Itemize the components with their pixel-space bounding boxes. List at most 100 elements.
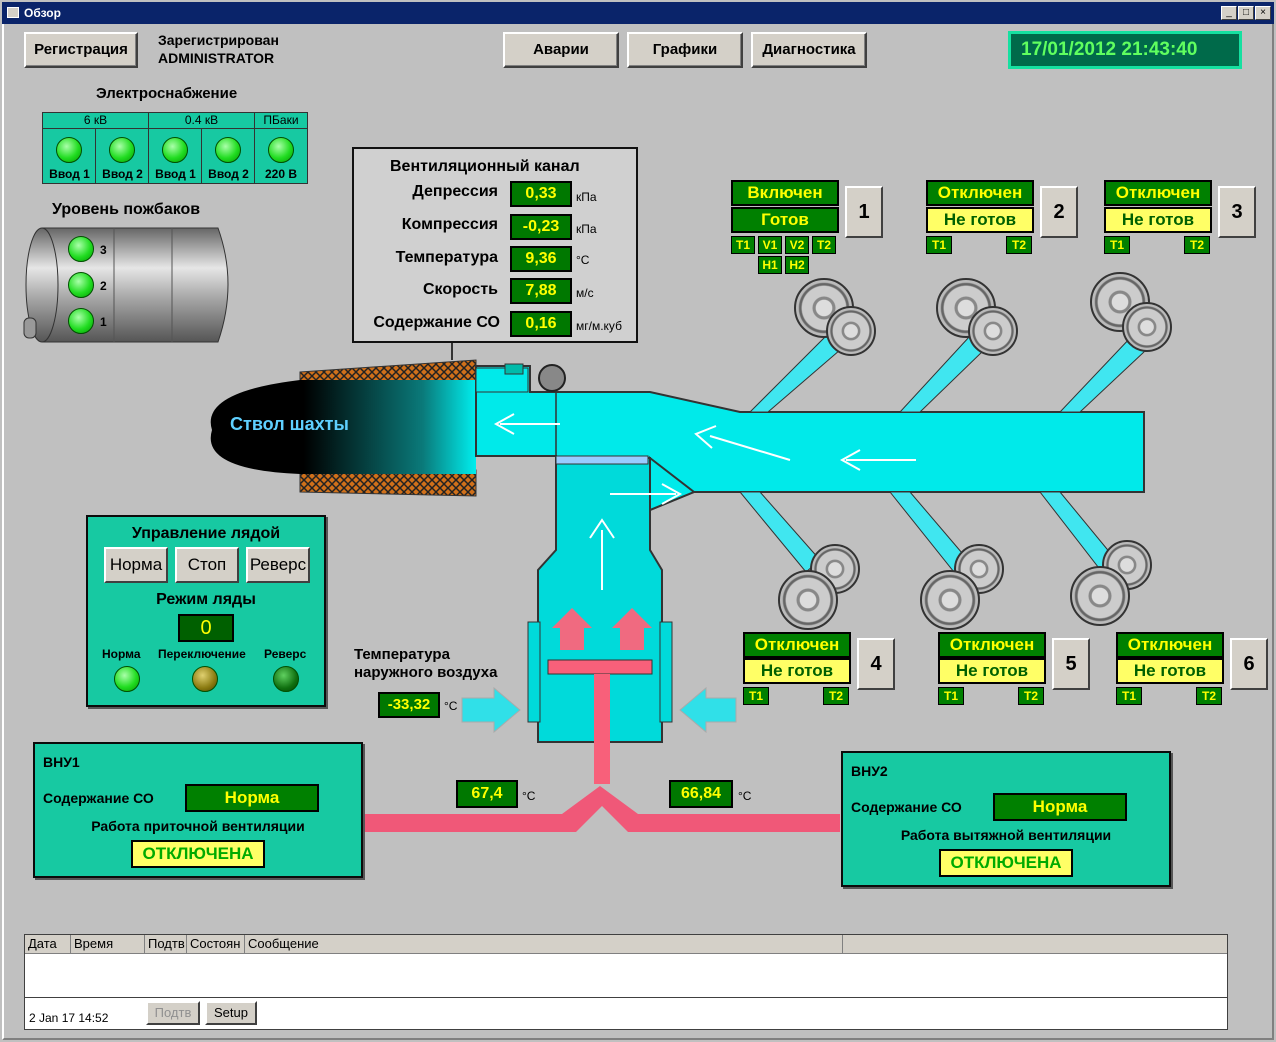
speed-unit: м/с xyxy=(576,286,594,300)
co-unit: мг/м.куб xyxy=(576,319,622,333)
hatch-normal-button[interactable]: Норма xyxy=(104,547,168,583)
co-value: 0,16 xyxy=(510,311,572,337)
hatch-indicator-label: Переключение xyxy=(158,647,246,661)
temperature-label: Температура xyxy=(395,249,498,266)
fan-4-number[interactable]: 4 xyxy=(857,638,895,690)
vnu1-work-label: Работа приточной вентиляции xyxy=(91,818,305,834)
fan-4-tag-t2: T2 xyxy=(823,687,849,705)
hatch-title: Управление лядой xyxy=(131,525,281,542)
col-message[interactable]: Сообщение xyxy=(245,935,843,953)
hatch-reverse-lamp xyxy=(273,666,299,692)
fan-motor-2-pump-icon xyxy=(968,306,1018,356)
vnu1-co-value: Норма xyxy=(185,784,319,812)
fan-1-tag-v1: V1 xyxy=(758,236,782,254)
fan-5-number[interactable]: 5 xyxy=(1052,638,1090,690)
fan-1-tag-v2: V2 xyxy=(785,236,809,254)
hatch-normal-lamp xyxy=(114,666,140,692)
fan-6-tag-t1: T1 xyxy=(1116,687,1142,705)
fan-1-tag-t1: T1 xyxy=(731,236,755,254)
fan-3-ready: Не готов xyxy=(1104,207,1212,233)
pipe-left-unit: °С xyxy=(522,789,536,803)
fan-4-status: Отключен xyxy=(743,632,851,658)
fan-1-ready: Готов xyxy=(731,207,839,233)
fan-1-tag-h2: H2 xyxy=(785,256,809,274)
outside-temp-label-2: наружного воздуха xyxy=(354,664,498,681)
fan-3-number[interactable]: 3 xyxy=(1218,186,1256,238)
depression-unit: кПа xyxy=(576,190,597,204)
fan-6-ready: Не готов xyxy=(1116,658,1224,684)
fan-1-tag-h1: H1 xyxy=(758,256,782,274)
fan-3-tag-t2: T2 xyxy=(1184,236,1210,254)
fan-6-tag-t2: T2 xyxy=(1196,687,1222,705)
fan-5-tag-t2: T2 xyxy=(1018,687,1044,705)
hatch-indicator-label: Реверс xyxy=(264,647,307,661)
shaft-label: Ствол шахты xyxy=(230,414,349,434)
vnu1-work-value: ОТКЛЮЧЕНА xyxy=(131,840,265,868)
alarm-table[interactable]: Дата Время Подтв Состоян Сообщение 2 Jan… xyxy=(24,934,1228,1030)
fan-2-ready: Не готов xyxy=(926,207,1034,233)
vnu2-panel: ВНУ2 Содержание СО Норма Работа вытяжной… xyxy=(841,751,1171,887)
vnu2-work-value: ОТКЛЮЧЕНА xyxy=(939,849,1073,877)
fan-2-number[interactable]: 2 xyxy=(1040,186,1078,238)
fan-motor-4-icon xyxy=(778,570,838,630)
alarm-table-header: Дата Время Подтв Состоян Сообщение xyxy=(25,935,1227,954)
compression-value: -0,23 xyxy=(510,214,572,240)
speed-label: Скорость xyxy=(422,281,498,298)
vnu1-panel: ВНУ1 Содержание СО Норма Работа приточно… xyxy=(33,742,363,878)
vnu2-work-label: Работа вытяжной вентиляции xyxy=(900,827,1112,843)
outside-temp-value: -33,32 xyxy=(378,692,440,718)
fan-4-ready: Не готов xyxy=(743,658,851,684)
compression-unit: кПа xyxy=(576,222,597,236)
pipe-right-unit: °С xyxy=(738,789,752,803)
vent-channel-panel: Вентиляционный канал Депрессия 0,33 кПа … xyxy=(352,147,638,343)
hatch-mode-title: Режим ляды xyxy=(156,591,256,608)
pipe-right-temp: 66,84 xyxy=(669,780,733,808)
fan-2-status: Отключен xyxy=(926,180,1034,206)
vent-channel-title: Вентиляционный канал xyxy=(390,158,580,175)
vnu2-co-value: Норма xyxy=(993,793,1127,821)
footer-time: 2 Jan 17 14:52 xyxy=(29,1011,109,1025)
col-date[interactable]: Дата xyxy=(25,935,71,953)
fan-6-number[interactable]: 6 xyxy=(1230,638,1268,690)
fan-motor-5-icon xyxy=(920,570,980,630)
depression-value: 0,33 xyxy=(510,181,572,207)
vnu2-title: ВНУ2 xyxy=(851,763,888,779)
speed-value: 7,88 xyxy=(510,278,572,304)
hatch-switching-lamp xyxy=(192,666,218,692)
col-state[interactable]: Состоян xyxy=(187,935,245,953)
col-ack[interactable]: Подтв xyxy=(145,935,187,953)
vnu2-co-label: Содержание СО xyxy=(851,799,962,815)
temperature-unit: °С xyxy=(576,253,590,267)
temperature-value: 9,36 xyxy=(510,246,572,272)
outside-temp-unit: °С xyxy=(444,699,458,713)
col-time[interactable]: Время xyxy=(71,935,145,953)
compression-label: Компрессия xyxy=(401,216,498,233)
fan-3-status: Отключен xyxy=(1104,180,1212,206)
depression-label: Депрессия xyxy=(412,183,498,200)
hatch-reverse-button[interactable]: Реверс xyxy=(246,547,310,583)
fan-5-tag-t1: T1 xyxy=(938,687,964,705)
fan-2-tag-t2: T2 xyxy=(1006,236,1032,254)
hatch-stop-button[interactable]: Стоп xyxy=(175,547,239,583)
fan-5-status: Отключен xyxy=(938,632,1046,658)
fan-3-tag-t1: T1 xyxy=(1104,236,1130,254)
fan-6-status: Отключен xyxy=(1116,632,1224,658)
ack-button[interactable]: Подтв xyxy=(146,1001,200,1025)
fan-motor-3-pump-icon xyxy=(1122,302,1172,352)
hatch-indicator-label: Норма xyxy=(102,647,141,661)
vnu1-co-label: Содержание СО xyxy=(43,790,154,806)
fan-1-tag-t2: T2 xyxy=(812,236,836,254)
fan-motor-1-pump-icon xyxy=(826,306,876,356)
fan-2-tag-t1: T1 xyxy=(926,236,952,254)
vnu1-title: ВНУ1 xyxy=(43,754,80,770)
fan-motor-6-icon xyxy=(1070,566,1130,626)
outside-temp-label: Температура xyxy=(354,646,450,663)
fan-4-tag-t1: T1 xyxy=(743,687,769,705)
hatch-mode-value: 0 xyxy=(178,614,234,642)
fan-1-number[interactable]: 1 xyxy=(845,186,883,238)
pipe-left-temp: 67,4 xyxy=(456,780,518,808)
hatch-control-panel: Управление лядой Норма Стоп Реверс Режим… xyxy=(86,515,326,707)
fan-5-ready: Не готов xyxy=(938,658,1046,684)
co-label: Содержание СО xyxy=(373,314,500,331)
setup-button[interactable]: Setup xyxy=(205,1001,257,1025)
